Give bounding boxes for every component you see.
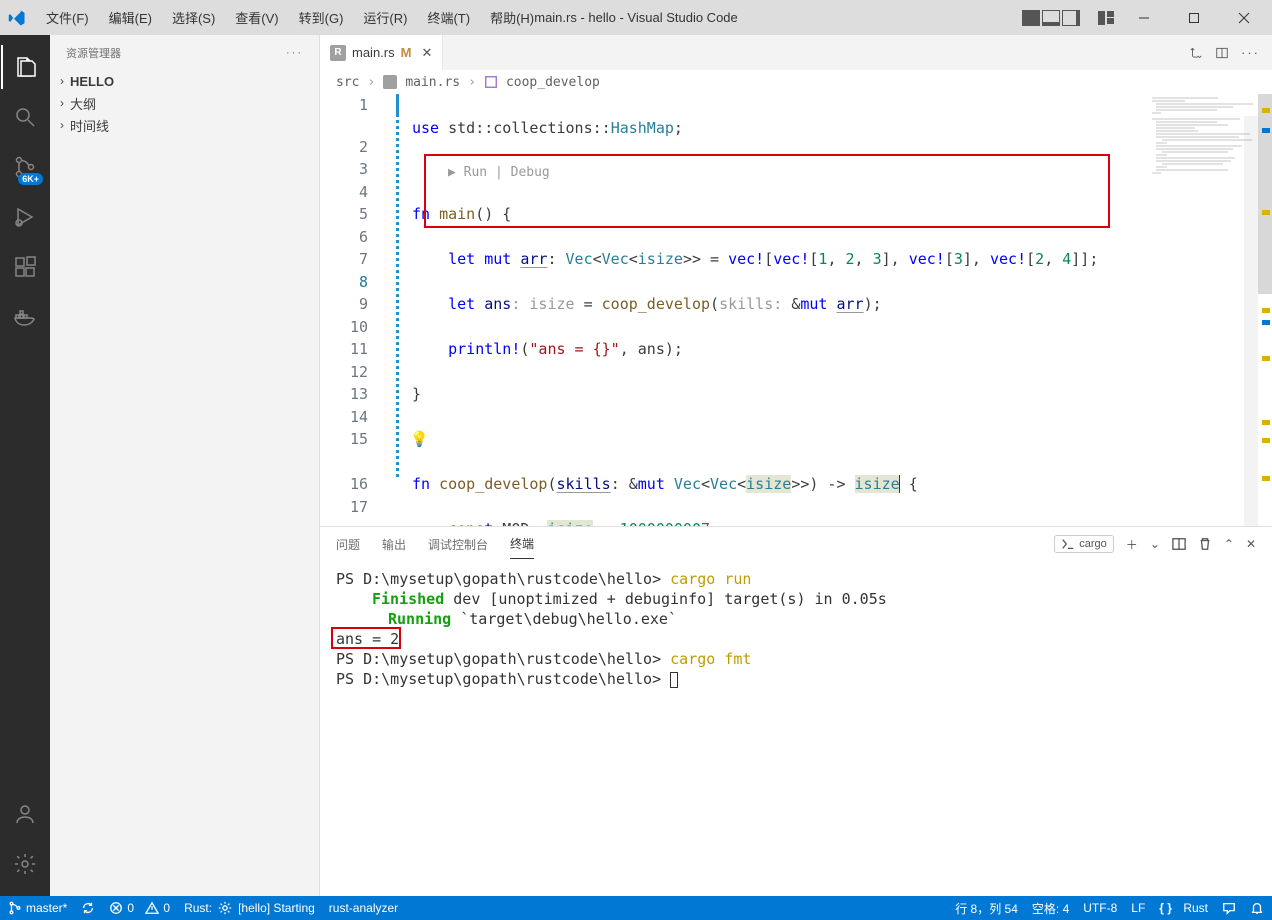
breadcrumb-folder[interactable]: src	[336, 75, 359, 90]
status-rust-analyzer[interactable]: Rust: [hello] Starting	[184, 901, 315, 915]
line-number-gutter: 1 234567 8 91011121314151617	[320, 94, 394, 526]
scm-badge: 6K+	[18, 173, 43, 185]
menu-edit[interactable]: 编辑(E)	[99, 4, 162, 31]
vertical-scrollbar[interactable]	[1258, 94, 1272, 294]
menu-view[interactable]: 查看(V)	[225, 4, 288, 31]
activity-extensions[interactable]	[1, 245, 49, 289]
terminal-cursor	[670, 672, 678, 688]
title-bar: 文件(F) 编辑(E) 选择(S) 查看(V) 转到(G) 运行(R) 终端(T…	[0, 0, 1272, 35]
activity-bar: 6K+	[0, 35, 50, 896]
menu-selection[interactable]: 选择(S)	[162, 4, 225, 31]
compare-changes-icon[interactable]	[1189, 46, 1203, 60]
activity-explorer[interactable]	[1, 45, 49, 89]
chevron-right-icon: ›	[367, 75, 375, 90]
tab-close-icon[interactable]: ✕	[421, 45, 432, 61]
breadcrumb-symbol[interactable]: coop_develop	[506, 75, 600, 90]
editor-area: R main.rs M ✕ ··· src › main.rs › coop_d…	[320, 35, 1272, 896]
status-rust-analyzer-label[interactable]: rust-analyzer	[329, 901, 398, 915]
chevron-right-icon: ›	[468, 75, 476, 90]
symbol-function-icon	[484, 75, 498, 89]
panel-tab-output[interactable]: 输出	[382, 530, 406, 559]
bottom-panel: 问题 输出 调试控制台 终端 cargo ＋ ⌄ ⌃ ✕ PS D:\myset…	[320, 526, 1272, 896]
layout-toggle-group[interactable]	[1022, 10, 1080, 26]
status-language[interactable]: { } Rust	[1159, 901, 1208, 915]
split-editor-icon[interactable]	[1215, 46, 1229, 60]
activity-settings[interactable]	[1, 842, 49, 886]
status-indentation[interactable]: 空格: 4	[1032, 900, 1069, 917]
panel-maximize-icon[interactable]: ⌃	[1224, 537, 1234, 551]
split-terminal-icon[interactable]	[1172, 537, 1186, 551]
status-notifications-icon[interactable]	[1250, 901, 1264, 915]
status-problems[interactable]: 0 0	[109, 901, 170, 915]
terminal-output-ans: ans = 2	[336, 629, 399, 649]
panel-close-icon[interactable]: ✕	[1246, 537, 1256, 551]
minimap[interactable]	[1148, 94, 1258, 526]
customize-layout-icon[interactable]	[1098, 11, 1114, 25]
panel-tab-debug-console[interactable]: 调试控制台	[428, 530, 488, 559]
explorer-sidebar: 资源管理器 ··· ›HELLO ›大纲 ›时间线	[50, 35, 320, 896]
minimize-button[interactable]	[1124, 3, 1164, 33]
panel-tabs: 问题 输出 调试控制台 终端 cargo ＋ ⌄ ⌃ ✕	[320, 527, 1272, 561]
terminal[interactable]: PS D:\mysetup\gopath\rustcode\hello> car…	[320, 561, 1272, 896]
overview-ruler[interactable]	[1258, 94, 1272, 526]
menu-file[interactable]: 文件(F)	[36, 4, 99, 31]
rust-file-icon	[383, 75, 397, 89]
lightbulb-icon[interactable]: 💡	[410, 428, 426, 444]
breadcrumb-file[interactable]: main.rs	[405, 75, 460, 90]
panel-tab-terminal[interactable]: 终端	[510, 529, 534, 559]
tab-modified-indicator: M	[401, 45, 412, 60]
window-title: main.rs - hello - Visual Studio Code	[534, 10, 738, 25]
activity-docker[interactable]	[1, 295, 49, 339]
activity-source-control[interactable]: 6K+	[1, 145, 49, 189]
menu-run[interactable]: 运行(R)	[353, 4, 417, 31]
terminal-split-dropdown-icon[interactable]: ⌄	[1150, 537, 1160, 551]
tab-label: main.rs	[352, 45, 395, 60]
status-bar: master* 0 0 Rust: [hello] Starting rust-…	[0, 896, 1272, 920]
activity-run-debug[interactable]	[1, 195, 49, 239]
status-encoding[interactable]: UTF-8	[1083, 901, 1117, 915]
terminal-selector[interactable]: cargo	[1054, 535, 1114, 553]
breadcrumb[interactable]: src › main.rs › coop_develop	[320, 70, 1272, 94]
vscode-logo-icon	[8, 9, 26, 27]
menu-bar: 文件(F) 编辑(E) 选择(S) 查看(V) 转到(G) 运行(R) 终端(T…	[36, 4, 544, 31]
chevron-right-icon: ›	[54, 118, 70, 132]
chevron-right-icon: ›	[54, 96, 70, 110]
rust-file-icon: R	[330, 45, 346, 61]
chevron-right-icon: ›	[54, 74, 70, 88]
tree-folder-root[interactable]: ›HELLO	[50, 70, 319, 92]
close-button[interactable]	[1224, 3, 1264, 33]
sidebar-title: 资源管理器	[66, 45, 121, 61]
tree-timeline[interactable]: ›时间线	[50, 114, 319, 136]
sidebar-more-icon[interactable]: ···	[286, 47, 303, 59]
panel-tab-problems[interactable]: 问题	[336, 530, 360, 559]
activity-accounts[interactable]	[1, 792, 49, 836]
maximize-button[interactable]	[1174, 3, 1214, 33]
code-content[interactable]: use std::collections::HashMap; ▶ Run | D…	[394, 94, 1148, 526]
status-eol[interactable]: LF	[1131, 901, 1145, 915]
menu-terminal[interactable]: 终端(T)	[417, 4, 480, 31]
status-sync[interactable]	[81, 901, 95, 915]
activity-search[interactable]	[1, 95, 49, 139]
status-feedback-icon[interactable]	[1222, 901, 1236, 915]
editor-more-icon[interactable]: ···	[1241, 45, 1260, 60]
status-branch[interactable]: master*	[8, 901, 67, 915]
new-terminal-icon[interactable]: ＋	[1126, 536, 1138, 553]
tree-outline[interactable]: ›大纲	[50, 92, 319, 114]
editor-tab-main-rs[interactable]: R main.rs M ✕	[320, 35, 443, 70]
status-cursor-position[interactable]: 行 8，列 54	[955, 900, 1018, 917]
codelens-run-debug[interactable]: ▶ Run | Debug	[448, 165, 550, 180]
sidebar-header: 资源管理器 ···	[50, 35, 319, 70]
code-editor[interactable]: 1 234567 8 91011121314151617 use std::co…	[320, 94, 1272, 526]
menu-go[interactable]: 转到(G)	[289, 4, 354, 31]
kill-terminal-icon[interactable]	[1198, 537, 1212, 551]
editor-tabs: R main.rs M ✕ ···	[320, 35, 1272, 70]
